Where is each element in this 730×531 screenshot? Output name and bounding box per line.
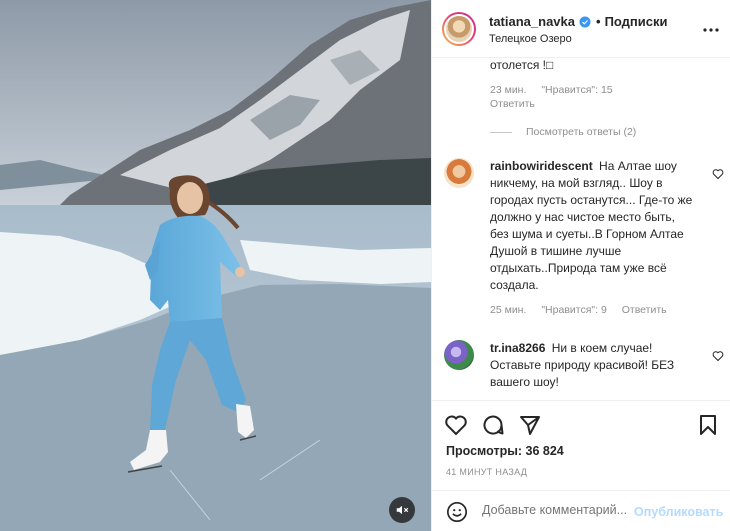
view-count[interactable]: Просмотры: 36 824 — [446, 444, 564, 458]
mute-button[interactable] — [389, 497, 415, 523]
replies-divider — [490, 131, 512, 133]
commenter-avatar[interactable] — [444, 340, 474, 370]
heart-icon[interactable] — [444, 413, 468, 437]
speaker-mute-icon — [396, 505, 409, 515]
comment-text-fragment: отолется !□ — [490, 58, 554, 72]
reply-button[interactable]: Ответить — [490, 98, 535, 110]
comments-list[interactable]: отолется !□ 23 мин. "Нравится": 15 Ответ… — [432, 58, 730, 400]
view-replies-label: Посмотреть ответы (2) — [526, 126, 637, 138]
comment-meta: 25 мин. "Нравится": 9 Ответить — [490, 304, 679, 316]
author-avatar[interactable] — [442, 12, 476, 46]
post-timestamp[interactable]: 41 МИНУТ НАЗАД — [446, 467, 527, 477]
following-button[interactable]: Подписки — [605, 14, 668, 29]
more-options-button[interactable] — [703, 22, 719, 38]
comment-likes[interactable]: "Нравится": 15 — [541, 84, 612, 96]
post-media[interactable] — [0, 0, 431, 531]
comment-body: rainbowiridescent На Алтае шоу никчему, … — [490, 158, 695, 294]
commenter-avatar[interactable] — [444, 158, 474, 188]
video-frame — [0, 0, 431, 531]
reply-button[interactable]: Ответить — [622, 304, 667, 316]
more-horizontal-icon — [703, 28, 719, 32]
view-replies-button[interactable]: Посмотреть ответы (2) — [490, 126, 636, 138]
post-details-panel: tatiana_navka • Подписки Телецкое Озеро … — [431, 0, 730, 531]
commenter-username[interactable]: tr.ina8266 — [490, 341, 545, 355]
comment-item: tr.ina8266 Ни в коем случае! Оставьте пр… — [444, 340, 724, 400]
separator-dot: • — [596, 14, 601, 29]
comment-composer: Опубликовать — [432, 490, 730, 531]
comment-content: На Алтае шоу никчему, на мой взгляд.. Шо… — [490, 159, 693, 292]
emoji-icon[interactable] — [446, 501, 468, 523]
commenter-username[interactable]: rainbowiridescent — [490, 159, 593, 173]
comment-likes[interactable]: "Нравится": 9 — [541, 304, 606, 316]
author-username[interactable]: tatiana_navka — [489, 14, 575, 29]
comment-body: tr.ina8266 Ни в коем случае! Оставьте пр… — [490, 340, 695, 391]
comment-like-icon[interactable] — [712, 350, 724, 362]
comment-reply-row: Ответить — [490, 98, 547, 110]
post-header: tatiana_navka • Подписки Телецкое Озеро — [432, 0, 730, 58]
publish-button[interactable]: Опубликовать — [632, 505, 724, 519]
comment-like-icon[interactable] — [712, 168, 724, 180]
bookmark-icon[interactable] — [696, 413, 720, 437]
post-location[interactable]: Телецкое Озеро — [489, 33, 572, 45]
author-line: tatiana_navka • Подписки — [489, 14, 668, 29]
comment-time: 23 мин. — [490, 84, 527, 96]
comment-icon[interactable] — [481, 413, 505, 437]
send-icon[interactable] — [518, 413, 542, 437]
comment-item: rainbowiridescent На Алтае шоу никчему, … — [444, 158, 724, 323]
comment-meta: 23 мин. "Нравится": 15 — [490, 84, 625, 96]
comment-time: 25 мин. — [490, 304, 527, 316]
verified-badge-icon — [579, 16, 591, 27]
